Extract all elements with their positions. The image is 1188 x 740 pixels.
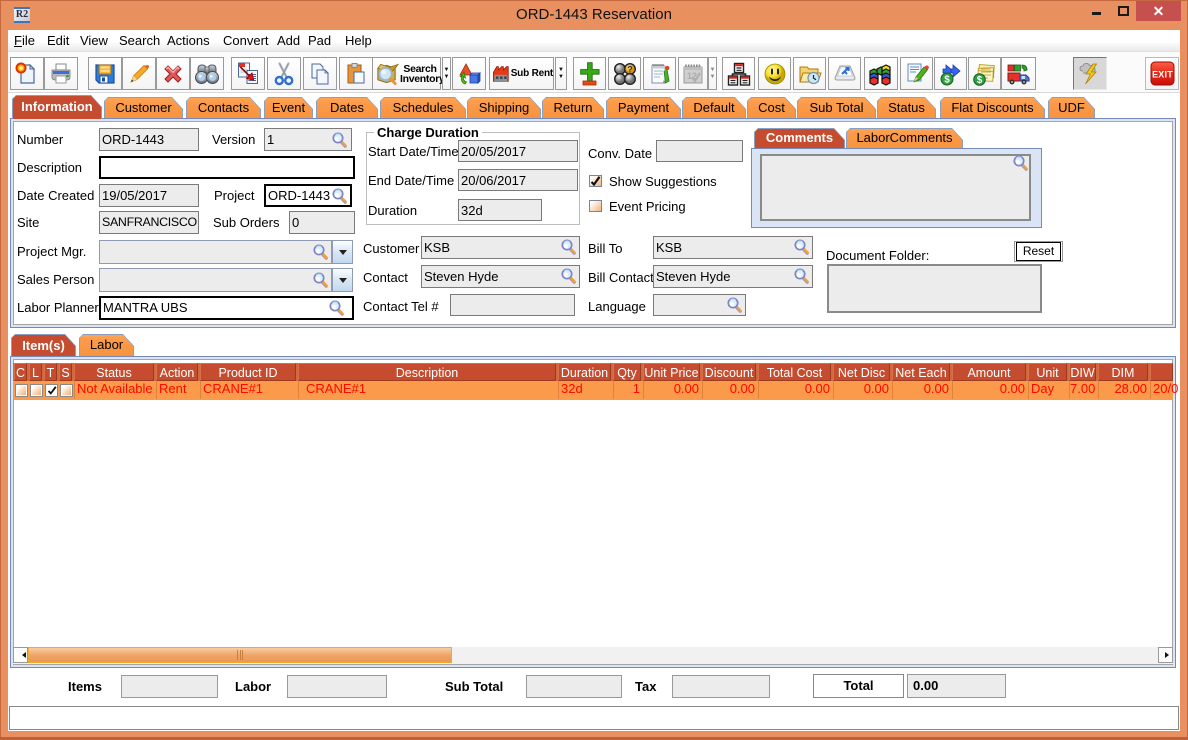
svg-text:$: $ [976, 75, 982, 86]
svg-text:?: ? [627, 64, 633, 74]
svg-text:$: $ [944, 74, 950, 85]
svg-text:EXIT: EXIT [1152, 70, 1173, 80]
